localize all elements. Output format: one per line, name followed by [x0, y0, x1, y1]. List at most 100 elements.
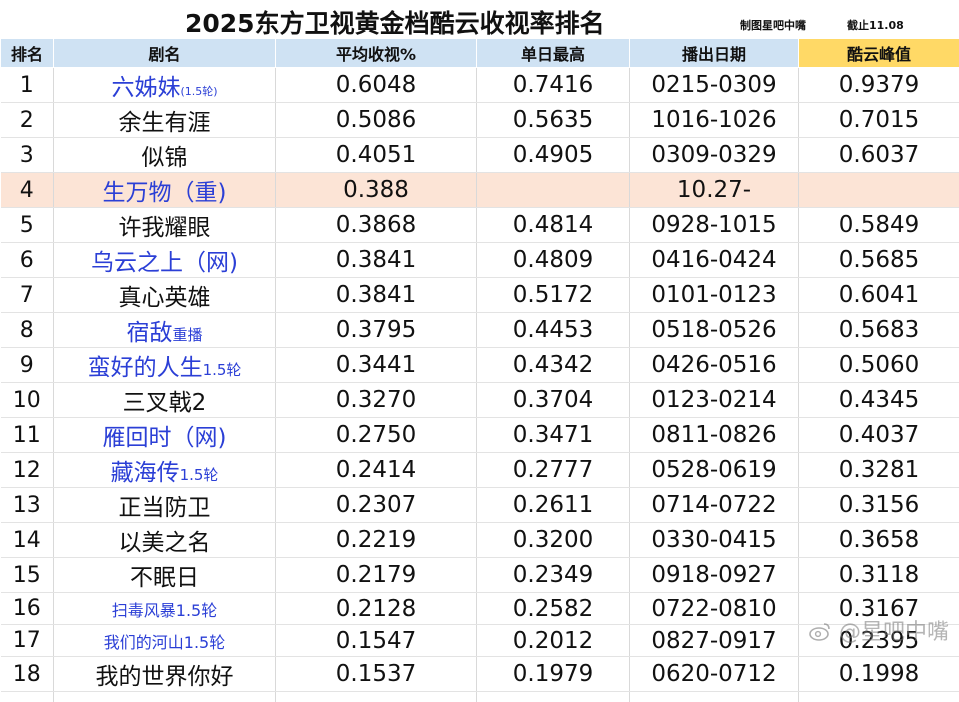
cell-average-rating: 0.3841 [276, 278, 477, 313]
cell-daily-max: 0.1979 [477, 657, 630, 692]
page-title: 2025东方卫视黄金档酷云收视率排名 [185, 4, 605, 40]
cell-air-dates: 10.27- [630, 173, 799, 208]
cell-average-rating: 0.2219 [276, 523, 477, 558]
cell-average-rating: 0.3795 [276, 313, 477, 348]
cell-empty [54, 692, 276, 702]
header-drama-name: 剧名 [54, 39, 276, 68]
cell-average-rating: 0.3868 [276, 208, 477, 243]
drama-name-text: 正当防卫 [119, 495, 211, 521]
cell-peak: 0.7015 [799, 103, 959, 138]
drama-name-text: 不眠日 [130, 565, 199, 591]
drama-name-suffix: 重播 [172, 326, 202, 344]
cell-empty [799, 692, 959, 702]
cell-drama-name: 不眠日 [54, 558, 276, 593]
cell-drama-name: 余生有涯 [54, 103, 276, 138]
drama-name-text: 许我耀眼 [119, 215, 211, 241]
cell-air-dates: 0518-0526 [630, 313, 799, 348]
cell-drama-name: 我的世界你好 [54, 657, 276, 692]
drama-name-text: 余生有涯 [119, 110, 211, 136]
cell-peak: 0.6037 [799, 138, 959, 173]
cell-drama-name: 生万物（重) [54, 173, 276, 208]
drama-name-text: 雁回时（网) [103, 425, 227, 451]
header-rank: 排名 [1, 39, 54, 68]
table-row: 2余生有涯0.50860.56351016-10260.7015 [1, 103, 959, 138]
header-row: 排名 剧名 平均收视% 单日最高 播出日期 酷云峰值 [1, 39, 959, 68]
cell-daily-max: 0.4453 [477, 313, 630, 348]
table-row: 5许我耀眼0.38680.48140928-10150.5849 [1, 208, 959, 243]
cell-peak: 0.3118 [799, 558, 959, 593]
cell-rank: 18 [1, 657, 54, 692]
cell-average-rating: 0.388 [276, 173, 477, 208]
cell-air-dates: 0722-0810 [630, 593, 799, 625]
table-row: 1六姊妹(1.5轮)0.60480.74160215-03090.9379 [1, 68, 959, 103]
table-row: 6乌云之上（网)0.38410.48090416-04240.5685 [1, 243, 959, 278]
cell-daily-max: 0.4814 [477, 208, 630, 243]
cell-rank: 9 [1, 348, 54, 383]
cell-drama-name: 许我耀眼 [54, 208, 276, 243]
cell-rank: 11 [1, 418, 54, 453]
drama-name-suffix: (1.5轮) [180, 85, 217, 98]
drama-name-text: 似锦 [142, 145, 188, 171]
drama-name-suffix: 1.5轮 [180, 466, 219, 484]
cell-air-dates: 0918-0927 [630, 558, 799, 593]
cell-peak: 0.5683 [799, 313, 959, 348]
table-row: 12藏海传1.5轮0.24140.27770528-06190.3281 [1, 453, 959, 488]
credit-maker: 制图星吧中嘴 [740, 17, 806, 33]
cell-air-dates: 0928-1015 [630, 208, 799, 243]
cell-rank: 3 [1, 138, 54, 173]
drama-name-suffix: 1.5轮 [203, 361, 242, 379]
cell-average-rating: 0.3841 [276, 243, 477, 278]
drama-name-text: 以美之名 [119, 530, 211, 556]
cell-air-dates: 0620-0712 [630, 657, 799, 692]
header-average-rating: 平均收视% [276, 39, 477, 68]
table-row: 18我的世界你好0.15370.19790620-07120.1998 [1, 657, 959, 692]
cell-peak: 0.3156 [799, 488, 959, 523]
cell-drama-name: 乌云之上（网) [54, 243, 276, 278]
cell-daily-max: 0.2582 [477, 593, 630, 625]
cell-daily-max: 0.5172 [477, 278, 630, 313]
cell-average-rating: 0.3441 [276, 348, 477, 383]
cell-peak [799, 173, 959, 208]
table-row: 11雁回时（网)0.27500.34710811-08260.4037 [1, 418, 959, 453]
ratings-table: 排名 剧名 平均收视% 单日最高 播出日期 酷云峰值 1六姊妹(1.5轮)0.6… [0, 38, 959, 702]
cell-drama-name: 三叉戟2 [54, 383, 276, 418]
drama-name-text: 生万物（重) [103, 180, 227, 206]
cell-peak: 0.5849 [799, 208, 959, 243]
cell-empty [477, 692, 630, 702]
cell-daily-max: 0.5635 [477, 103, 630, 138]
table-row: 7真心英雄0.38410.51720101-01230.6041 [1, 278, 959, 313]
cell-average-rating: 0.2750 [276, 418, 477, 453]
cell-daily-max: 0.3200 [477, 523, 630, 558]
table-row: 13正当防卫0.23070.26110714-07220.3156 [1, 488, 959, 523]
cell-drama-name: 蛮好的人生1.5轮 [54, 348, 276, 383]
drama-name-text: 六姊妹 [111, 75, 180, 101]
cell-rank: 2 [1, 103, 54, 138]
cell-average-rating: 0.2414 [276, 453, 477, 488]
table-row: 14以美之名0.22190.32000330-04150.3658 [1, 523, 959, 558]
title-bar: 2025东方卫视黄金档酷云收视率排名 制图星吧中嘴 截止11.08 [0, 0, 959, 38]
cell-air-dates: 1016-1026 [630, 103, 799, 138]
cell-peak: 0.9379 [799, 68, 959, 103]
cell-daily-max: 0.2611 [477, 488, 630, 523]
cell-daily-max: 0.4905 [477, 138, 630, 173]
header-peak: 酷云峰值 [799, 39, 959, 68]
drama-name-text: 三叉戟2 [123, 390, 207, 416]
cell-rank: 13 [1, 488, 54, 523]
table-row: 10三叉戟20.32700.37040123-02140.4345 [1, 383, 959, 418]
cell-average-rating: 0.2128 [276, 593, 477, 625]
cell-rank: 16 [1, 593, 54, 625]
cell-drama-name: 藏海传1.5轮 [54, 453, 276, 488]
table-row: 9蛮好的人生1.5轮0.34410.43420426-05160.5060 [1, 348, 959, 383]
table-row: 4生万物（重)0.38810.27- [1, 173, 959, 208]
drama-name-text: 我的世界你好 [96, 664, 234, 690]
drama-name-text: 蛮好的人生 [88, 355, 203, 381]
table-row-cutoff [1, 692, 959, 702]
cell-daily-max: 0.2349 [477, 558, 630, 593]
cell-drama-name: 似锦 [54, 138, 276, 173]
cell-drama-name: 正当防卫 [54, 488, 276, 523]
drama-name-text: 乌云之上（网) [91, 250, 238, 276]
cell-peak: 0.6041 [799, 278, 959, 313]
cell-peak: 0.4037 [799, 418, 959, 453]
cell-rank: 15 [1, 558, 54, 593]
cell-drama-name: 宿敌重播 [54, 313, 276, 348]
